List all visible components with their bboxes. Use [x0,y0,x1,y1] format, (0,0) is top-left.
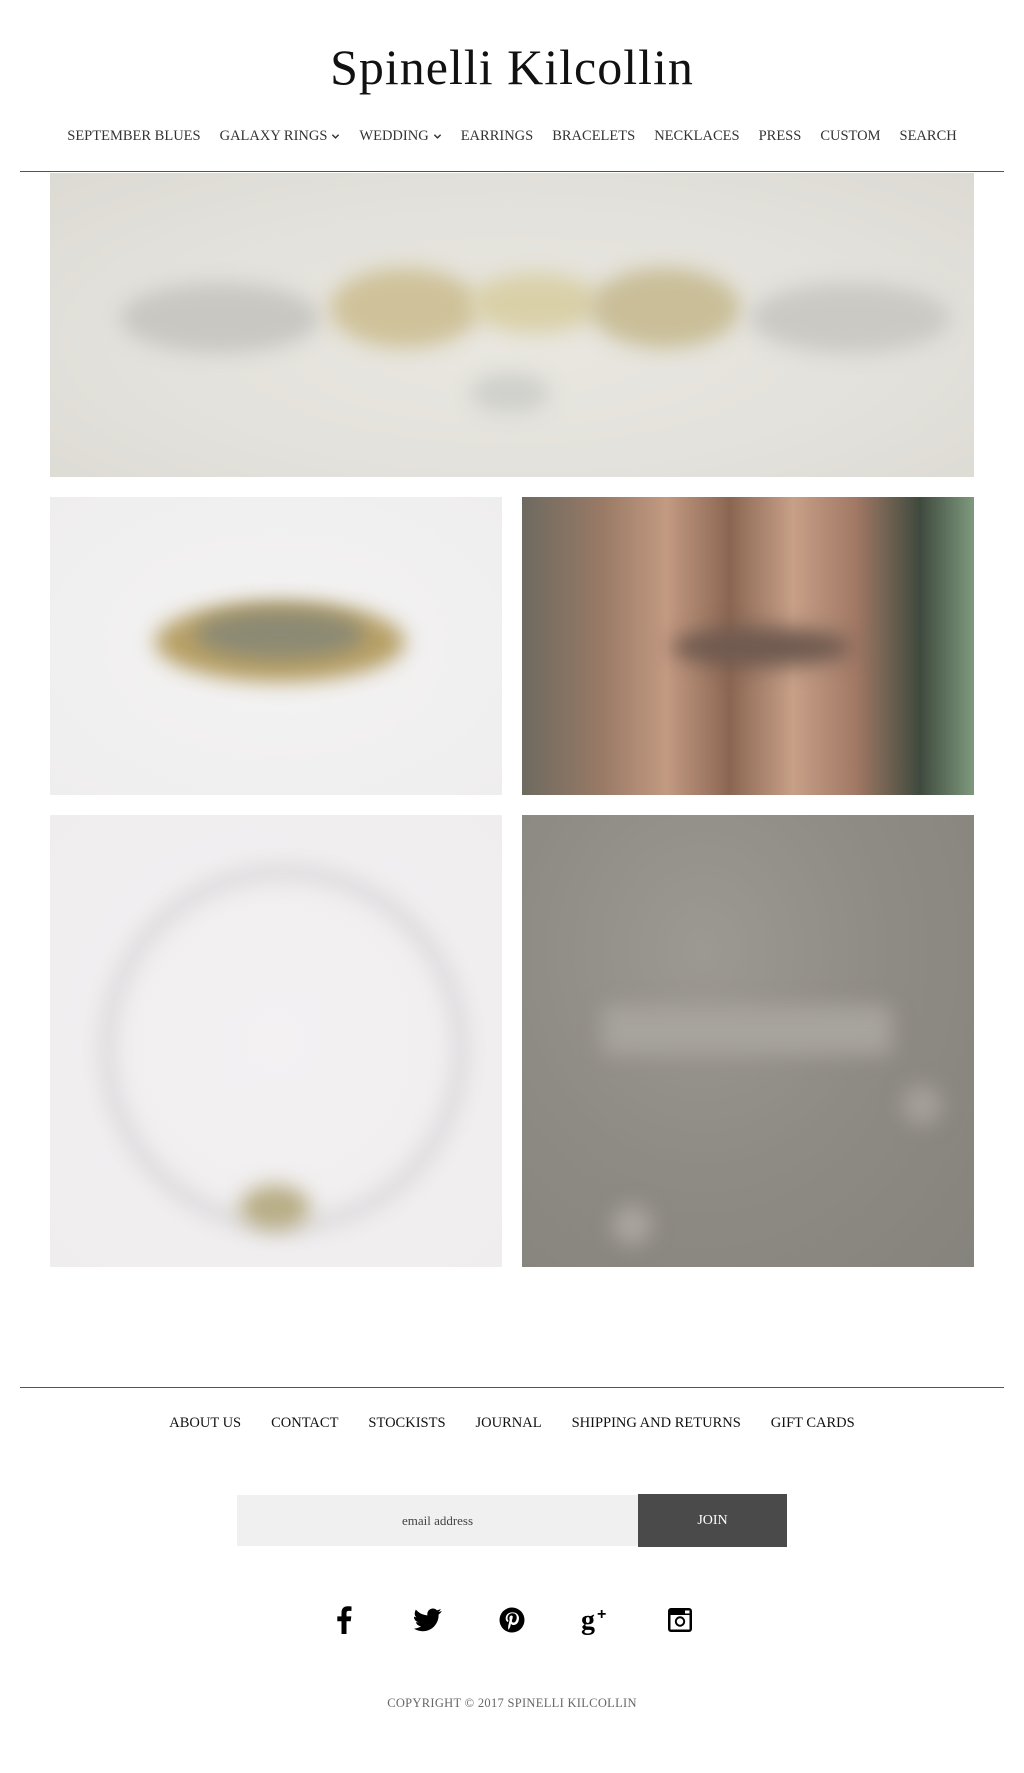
google-plus-icon[interactable]: g + [579,1603,613,1637]
footer-link-gift-cards[interactable]: GIFT CARDS [756,1415,870,1432]
footer-link-contact[interactable]: CONTACT [256,1415,353,1432]
hero-rings-image[interactable] [50,173,974,477]
instagram-icon[interactable] [663,1603,697,1637]
social-links: g + [0,1603,1024,1637]
footer-nav: ABOUT US CONTACT STOCKISTS JOURNAL SHIPP… [20,1415,1004,1432]
email-field[interactable] [237,1495,638,1546]
nav-item-search[interactable]: SEARCH [890,128,966,145]
nav-item-bracelets[interactable]: BRACELETS [543,128,645,145]
join-button[interactable]: JOIN [638,1494,787,1547]
svg-text:+: + [597,1606,606,1623]
copyright-text: COPYRIGHT © 2017 SPINELLI KILCOLLIN [387,1696,637,1710]
footer-link-stockists[interactable]: STOCKISTS [353,1415,460,1432]
nav-item-press[interactable]: PRESS [749,128,811,145]
site-title[interactable]: Spinelli Kilcollin [0,38,1024,96]
main-nav: SEPTEMBER BLUES GALAXY RINGS WEDDING EAR… [20,128,1004,145]
twitter-icon[interactable] [411,1603,445,1637]
pinterest-icon[interactable] [495,1603,529,1637]
header-divider [20,171,1004,172]
nav-item-galaxy-rings[interactable]: GALAXY RINGS [210,128,350,145]
hand-wearing-rings-image[interactable] [522,497,974,795]
gift-card-image[interactable] [522,815,974,1267]
gold-ring-image[interactable] [50,497,502,795]
nav-item-september-blues[interactable]: SEPTEMBER BLUES [58,128,210,145]
footer-link-shipping-returns[interactable]: SHIPPING AND RETURNS [557,1415,756,1432]
chevron-down-icon [433,134,441,139]
nav-item-custom[interactable]: CUSTOM [811,128,890,145]
footer-link-journal[interactable]: JOURNAL [461,1415,557,1432]
chevron-down-icon [332,134,340,139]
nav-item-necklaces[interactable]: NECKLACES [645,128,749,145]
footer-divider [20,1387,1004,1388]
nav-item-earrings[interactable]: EARRINGS [451,128,543,145]
svg-text:g: g [581,1605,595,1635]
nav-item-wedding[interactable]: WEDDING [350,128,451,145]
bracelet-image[interactable] [50,815,502,1267]
newsletter-form: JOIN [237,1494,787,1547]
footer-link-about-us[interactable]: ABOUT US [154,1415,256,1432]
facebook-icon[interactable] [327,1603,361,1637]
